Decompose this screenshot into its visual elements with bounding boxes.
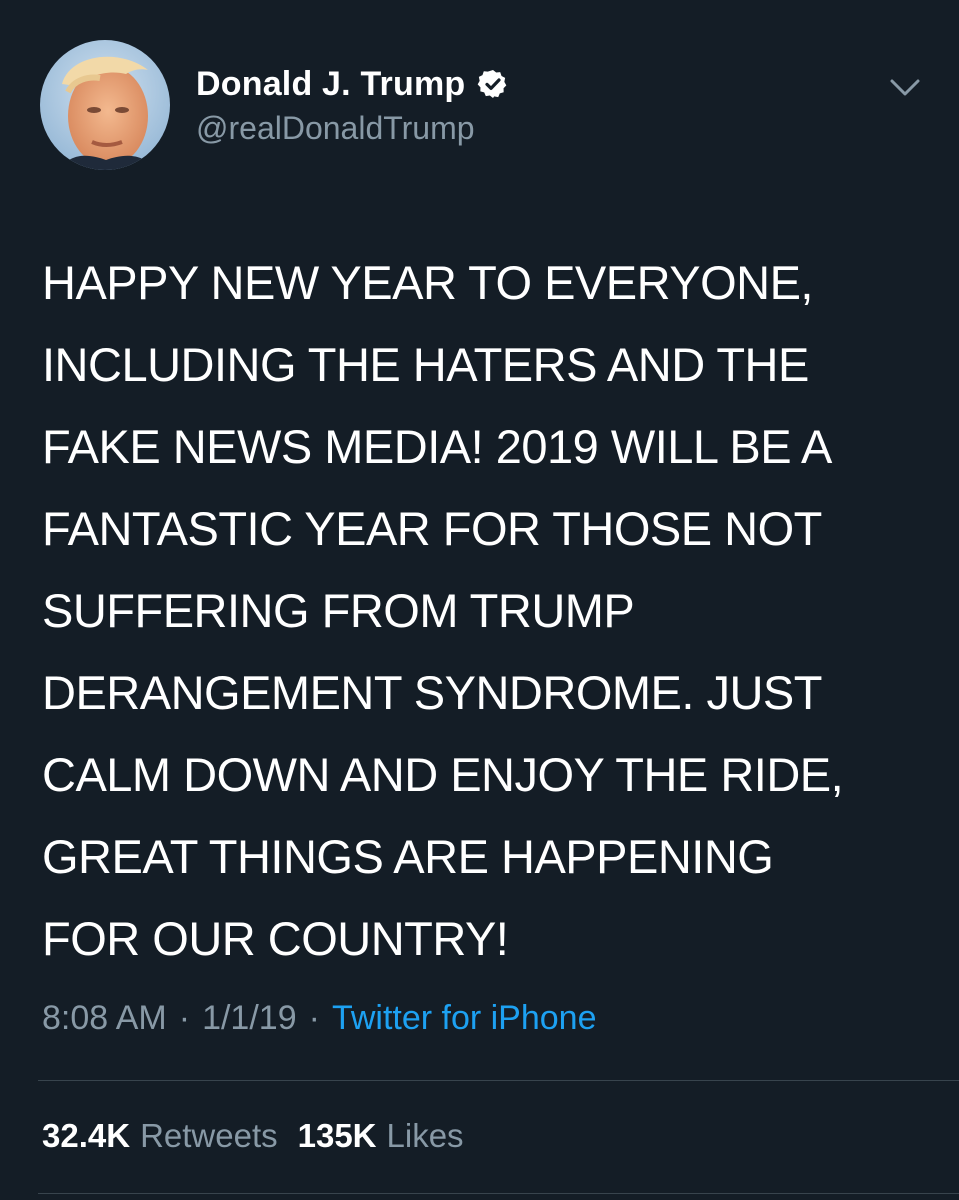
divider <box>38 1080 959 1081</box>
author-display-name[interactable]: Donald J. Trump <box>196 65 465 104</box>
tweet-detail: Donald J. Trump @realDonaldTrump HAPPY N… <box>0 0 959 1200</box>
chevron-down-icon[interactable] <box>888 76 922 100</box>
likes-count: 135K <box>297 1117 377 1154</box>
retweets-stat[interactable]: 32.4K Retweets <box>42 1117 278 1155</box>
retweets-count: 32.4K <box>42 1117 131 1154</box>
author-handle[interactable]: @realDonaldTrump <box>196 110 475 147</box>
verified-badge-icon <box>478 70 507 98</box>
profile-photo <box>40 40 170 170</box>
author-name-row[interactable]: Donald J. Trump <box>196 62 509 106</box>
tweet-meta: 8:08 AM · 1/1/19 · Twitter for iPhone <box>42 996 597 1040</box>
tweet-source-link[interactable]: Twitter for iPhone <box>332 999 597 1038</box>
meta-separator: · <box>178 998 191 1037</box>
avatar[interactable] <box>40 40 170 170</box>
tweet-stats: 32.4K Retweets 135K Likes <box>42 1114 464 1158</box>
tweet-text: HAPPY NEW YEAR TO EVERYONE, INCLUDING TH… <box>42 256 844 965</box>
tweet-date: 1/1/19 <box>202 998 297 1037</box>
meta-separator: · <box>308 998 320 1037</box>
divider <box>38 1193 959 1194</box>
retweets-label: Retweets <box>140 1117 278 1154</box>
likes-label: Likes <box>386 1117 464 1154</box>
tweet-time: 8:08 AM <box>42 998 167 1037</box>
likes-stat[interactable]: 135K Likes <box>298 1117 464 1155</box>
